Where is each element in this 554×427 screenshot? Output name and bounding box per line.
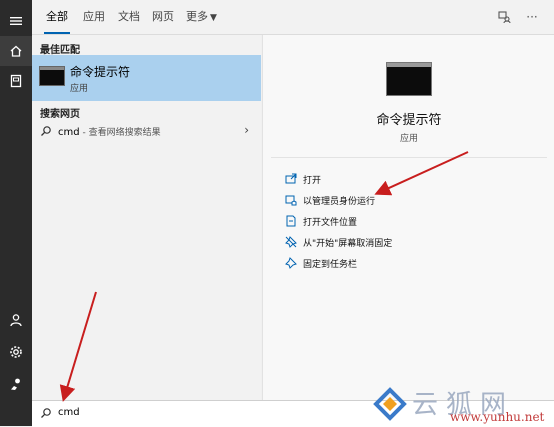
run-as-admin-icon (285, 195, 297, 206)
details-subtitle: 应用 (399, 134, 418, 144)
settings-gear-icon[interactable] (0, 337, 32, 367)
tab-all[interactable]: 全部 (44, 0, 70, 34)
action-open-file-location-label: 打开文件位置 (303, 217, 358, 228)
file-location-icon (286, 215, 296, 227)
open-icon (285, 173, 297, 184)
tab-more[interactable]: 更多 ▼ (186, 0, 217, 34)
details-title: 命令提示符 (376, 113, 442, 128)
tab-documents[interactable]: 文档 (118, 0, 140, 34)
chevron-down-icon: ▼ (210, 13, 217, 23)
more-options-icon[interactable]: ··· (524, 9, 540, 25)
watermark: 云狐网 www.yunhu.net (370, 384, 554, 426)
home-icon[interactable] (0, 36, 32, 66)
details-pane: 命令提示符 应用 打开 以管理员身份运行 打开文件位置 从"开始"屏幕取消固定 … (262, 35, 554, 400)
best-match-item[interactable]: 命令提示符 应用 (32, 55, 261, 101)
action-pin-taskbar[interactable]: 固定到任务栏 (285, 254, 357, 272)
best-match-subtitle: 应用 (70, 84, 89, 94)
search-tab-bar: 全部 应用 文档 网页 更多 ▼ ··· (32, 0, 554, 35)
best-match-title: 命令提示符 (70, 65, 131, 79)
tab-web[interactable]: 网页 (152, 0, 174, 34)
left-rail (0, 0, 32, 426)
action-open-label: 打开 (303, 175, 322, 186)
tab-apps[interactable]: 应用 (83, 0, 105, 34)
action-unpin-start-label: 从"开始"屏幕取消固定 (303, 238, 393, 249)
watermark-url: www.yunhu.net (450, 410, 545, 424)
unpin-icon (285, 236, 297, 248)
web-result-hint: - 查看网络搜索结果 (79, 128, 161, 138)
action-pin-taskbar-label: 固定到任务栏 (303, 259, 358, 270)
web-search-result[interactable]: cmd - 查看网络搜索结果 › (32, 121, 261, 143)
action-run-as-admin[interactable]: 以管理员身份运行 (285, 191, 375, 209)
tab-more-label: 更多 (186, 10, 208, 23)
action-run-as-admin-label: 以管理员身份运行 (303, 196, 376, 207)
search-icon (41, 408, 51, 418)
best-match-header: 最佳匹配 (40, 45, 80, 56)
notebook-icon[interactable] (0, 66, 32, 96)
action-open-file-location[interactable]: 打开文件位置 (285, 212, 357, 230)
search-icon (41, 126, 51, 136)
divider (271, 157, 547, 158)
results-pane: 最佳匹配 命令提示符 应用 搜索网页 cmd - 查看网络搜索结果 › (32, 35, 261, 400)
feedback-hub-icon[interactable] (496, 9, 512, 25)
menu-icon[interactable] (0, 6, 32, 36)
user-icon[interactable] (0, 305, 32, 335)
cmd-app-icon (39, 66, 65, 86)
web-result-text: cmd - 查看网络搜索结果 (58, 125, 161, 138)
search-input[interactable]: cmd (58, 407, 80, 418)
cmd-large-icon (386, 62, 432, 96)
web-result-query: cmd (58, 127, 80, 138)
chevron-right-icon[interactable]: › (244, 123, 249, 137)
action-open[interactable]: 打开 (285, 170, 321, 188)
search-web-header: 搜索网页 (40, 109, 80, 120)
feedback-icon[interactable] (0, 369, 32, 399)
action-unpin-start[interactable]: 从"开始"屏幕取消固定 (285, 233, 392, 251)
watermark-logo-icon (373, 387, 407, 421)
pin-taskbar-icon (285, 257, 297, 269)
